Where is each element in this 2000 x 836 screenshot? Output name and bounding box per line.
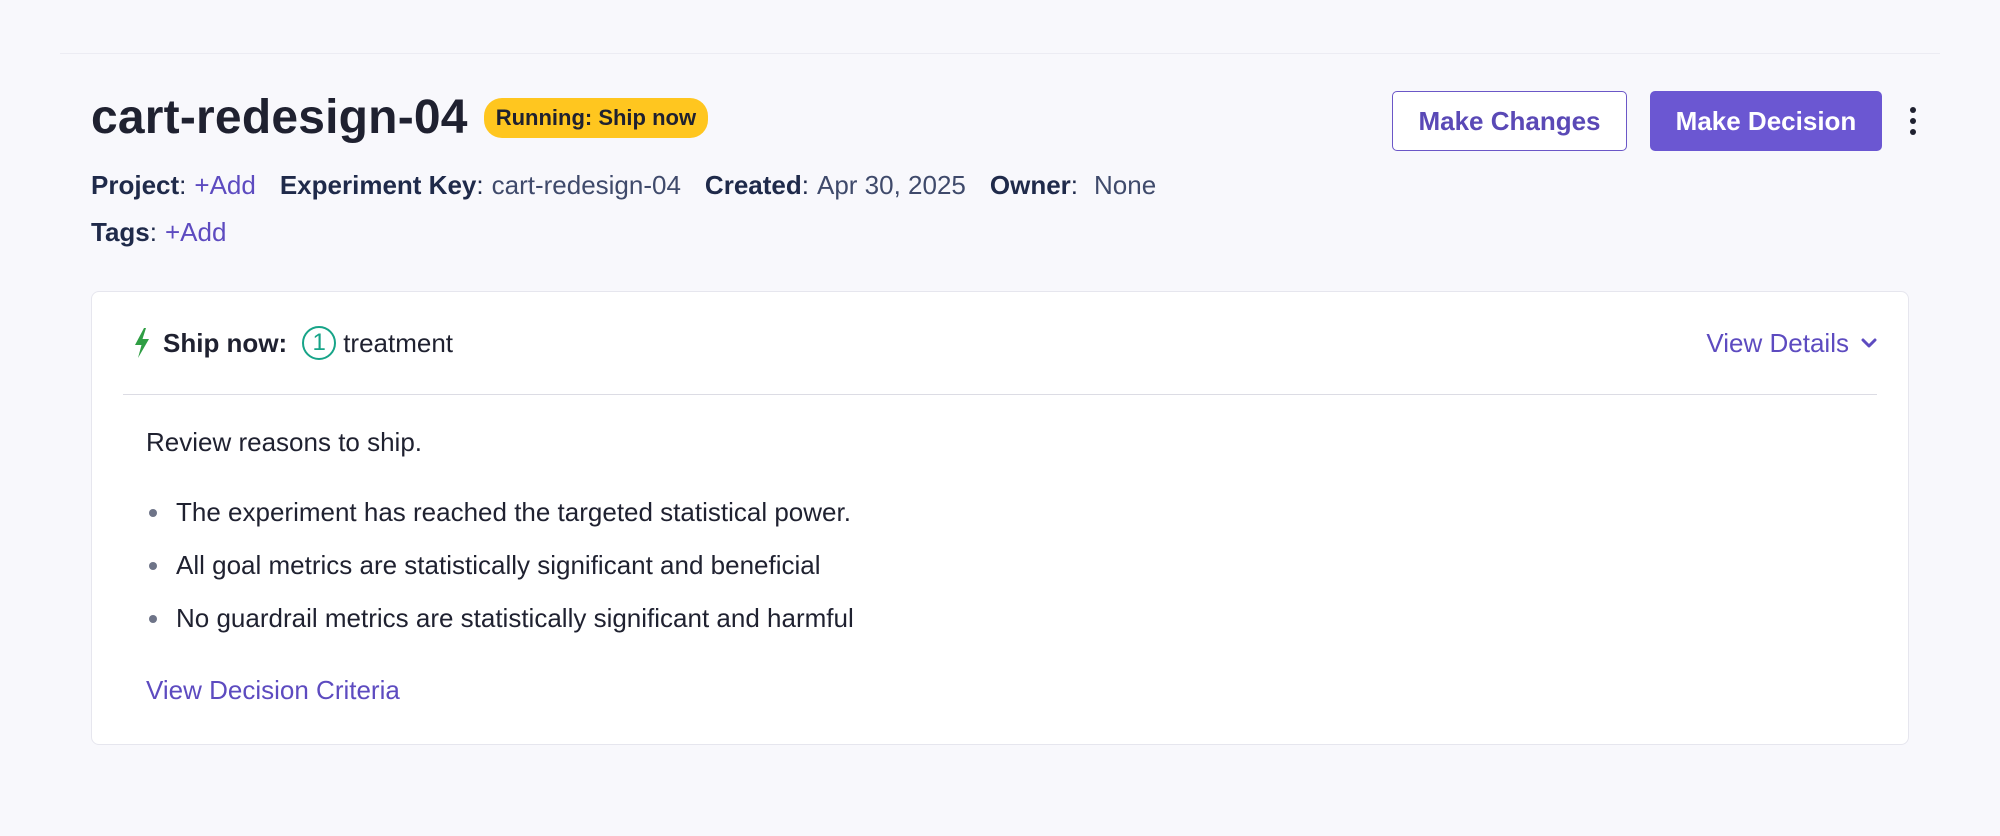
- metadata-row: Project: +Add Experiment Key: cart-redes…: [91, 170, 1156, 201]
- view-details-label: View Details: [1706, 327, 1849, 358]
- variant-name: treatment: [343, 327, 454, 358]
- variant-number-badge: 1: [302, 326, 337, 360]
- bullet-icon: [149, 508, 157, 517]
- add-project-link[interactable]: +Add: [194, 170, 255, 201]
- view-details-toggle[interactable]: View Details: [1706, 292, 1877, 394]
- experiment-key-value: cart-redesign-04: [491, 170, 681, 200]
- list-item: All goal metrics are statistically signi…: [146, 539, 1868, 592]
- tags-label: Tags: [91, 217, 150, 247]
- list-item: No guardrail metrics are statistically s…: [146, 592, 1868, 645]
- owner-value[interactable]: None: [1094, 170, 1156, 201]
- status-badge: Running: Ship now: [483, 97, 709, 138]
- reasons-list: The experiment has reached the targeted …: [146, 486, 1868, 645]
- created-separator: :: [801, 170, 809, 200]
- project-label: Project: [91, 170, 180, 200]
- experiment-header: cart-redesign-04 Running: Ship now: [91, 90, 709, 145]
- ship-now-label: Ship now:: [163, 327, 288, 358]
- owner-separator: :: [1070, 170, 1079, 200]
- lightning-bolt-icon: [133, 328, 151, 358]
- bullet-icon: [149, 614, 157, 623]
- decision-card-header: Ship now: 1 treatment View Details: [123, 292, 1877, 395]
- make-decision-button[interactable]: Make Decision: [1650, 91, 1882, 151]
- bullet-icon: [149, 561, 157, 570]
- reason-text: The experiment has reached the targeted …: [176, 497, 851, 527]
- reason-text: No guardrail metrics are statistically s…: [176, 603, 854, 633]
- decision-card-body: Review reasons to ship. The experiment h…: [146, 427, 1868, 706]
- chevron-down-icon: [1861, 337, 1877, 349]
- reason-text: All goal metrics are statistically signi…: [176, 550, 821, 580]
- tags-separator: :: [149, 217, 157, 247]
- experiment-key-label: Experiment Key: [279, 170, 477, 200]
- more-options-icon[interactable]: [1906, 91, 1920, 151]
- decision-card: Ship now: 1 treatment View Details Revie…: [91, 291, 1909, 745]
- experiment-key-separator: :: [476, 170, 484, 200]
- view-decision-criteria-link[interactable]: View Decision Criteria: [146, 675, 400, 706]
- make-changes-button[interactable]: Make Changes: [1392, 91, 1627, 151]
- header-actions: Make Changes Make Decision: [1392, 91, 1920, 151]
- tags-row: Tags: +Add: [91, 217, 226, 248]
- experiment-title: cart-redesign-04: [91, 91, 468, 144]
- reasons-intro: Review reasons to ship.: [146, 427, 423, 457]
- created-date: Apr 30, 2025: [816, 170, 966, 200]
- list-item: The experiment has reached the targeted …: [146, 486, 1868, 539]
- add-tags-link[interactable]: +Add: [165, 217, 226, 248]
- project-separator: :: [179, 170, 187, 200]
- top-divider: [60, 53, 1940, 54]
- created-label: Created: [704, 170, 802, 200]
- owner-label: Owner: [989, 170, 1071, 200]
